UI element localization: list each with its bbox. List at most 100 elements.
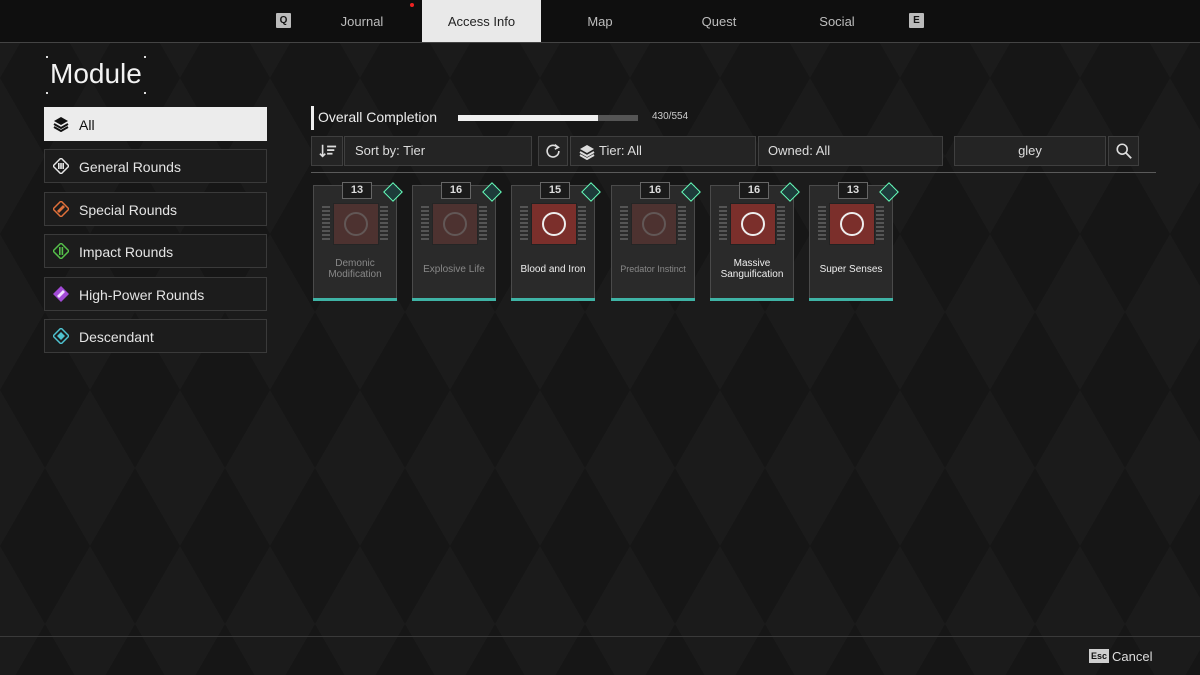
completion-progress-bar [458,115,638,121]
tier-filter-label: Tier: All [599,143,642,158]
module-card[interactable]: 13 Demonic Modification [313,182,403,301]
category-descendant[interactable]: Descendant [44,319,267,353]
filter-divider [311,172,1156,173]
sort-by-dropdown[interactable]: Sort by: Tier [344,136,532,166]
card-decoration [322,206,330,242]
card-decoration [818,206,826,242]
category-label: Special Rounds [79,202,178,218]
category-high-power-rounds[interactable]: High-Power Rounds [44,277,267,311]
module-image [829,203,875,245]
descendant-icon [53,328,69,344]
tab-journal[interactable]: Journal [312,0,412,42]
owned-filter-dropdown[interactable]: Owned: All [758,136,943,166]
module-image [631,203,677,245]
sort-icon [319,144,337,158]
module-glyph-icon [840,212,864,236]
layers-icon [579,145,595,160]
module-card[interactable]: 15 Blood and Iron [511,182,601,301]
module-tier: 16 [441,182,471,199]
search-input[interactable]: gley [954,136,1106,166]
module-name: Predator Instinct [620,264,686,274]
module-tier: 16 [739,182,769,199]
module-glyph-icon [741,212,765,236]
card-decoration [719,206,727,242]
module-tier: 16 [640,182,670,199]
card-decoration [421,206,429,242]
completion-label: Overall Completion [318,109,438,125]
tab-map[interactable]: Map [550,0,650,42]
completion-marker [311,106,314,130]
socket-icon [383,182,403,202]
sort-by-label: Sort by: Tier [355,143,426,158]
module-glyph-icon [443,212,467,236]
module-name: Demonic Modification [328,258,382,280]
module-glyph-icon [642,212,666,236]
esc-key[interactable]: Esc [1089,649,1109,663]
module-glyph-icon [344,212,368,236]
title-corner [144,92,146,94]
category-general-rounds[interactable]: General Rounds [44,149,267,183]
completion-progress-fill [458,115,598,121]
module-name: Super Senses [819,264,883,275]
card-decoration [520,206,528,242]
module-tier: 13 [342,182,372,199]
top-nav: Q Journal Access Info Map Quest Social E [0,0,1200,43]
category-special-rounds[interactable]: Special Rounds [44,192,267,226]
card-decoration [678,206,686,242]
module-card[interactable]: 16 Predator Instinct [611,182,701,301]
category-all[interactable]: All [44,107,267,141]
module-card[interactable]: 13 Super Senses [809,182,899,301]
footer-divider [0,636,1200,637]
category-label: Impact Rounds [79,244,174,260]
card-decoration [777,206,785,242]
refresh-icon [546,144,560,158]
tab-access-info[interactable]: Access Info [422,0,541,42]
module-tier: 13 [838,182,868,199]
nav-next-key[interactable]: E [909,13,924,28]
module-card[interactable]: 16 Massive Sanguification [710,182,800,301]
module-glyph-icon [542,212,566,236]
socket-icon [879,182,899,202]
module-image [730,203,776,245]
card-decoration [380,206,388,242]
card-accent [710,298,794,301]
sort-order-button[interactable] [311,136,343,166]
completion-count: 430/554 [652,111,689,122]
page-title: Module [50,58,142,89]
nav-prev-key[interactable]: Q [276,13,291,28]
tab-social[interactable]: Social [787,0,887,42]
search-button[interactable] [1108,136,1139,166]
impact-rounds-icon [53,243,69,259]
module-image [432,203,478,245]
card-decoration [578,206,586,242]
module-name: Blood and Iron [520,264,586,275]
category-label: High-Power Rounds [79,287,205,303]
notification-dot [410,3,414,7]
card-accent [412,298,496,301]
card-accent [611,298,695,301]
high-power-rounds-icon [53,286,69,302]
socket-icon [780,182,800,202]
category-label: Descendant [79,329,154,345]
module-card[interactable]: 16 Explosive Life [412,182,502,301]
owned-filter-label: Owned: All [768,143,831,158]
category-label: General Rounds [79,159,181,175]
tier-filter-dropdown[interactable]: Tier: All [570,136,756,166]
search-icon [1116,143,1132,159]
title-corner [46,92,48,94]
card-decoration [620,206,628,242]
general-rounds-icon [53,158,69,174]
module-image [333,203,379,245]
cancel-button[interactable]: Cancel [1112,649,1152,664]
reset-filter-button[interactable] [538,136,568,166]
socket-icon [681,182,701,202]
category-impact-rounds[interactable]: Impact Rounds [44,234,267,268]
title-corner [144,56,146,58]
module-name: Explosive Life [423,264,485,275]
card-accent [809,298,893,301]
module-name: Massive Sanguification [720,258,784,280]
card-decoration [876,206,884,242]
tab-quest[interactable]: Quest [669,0,769,42]
card-decoration [479,206,487,242]
card-accent [511,298,595,301]
